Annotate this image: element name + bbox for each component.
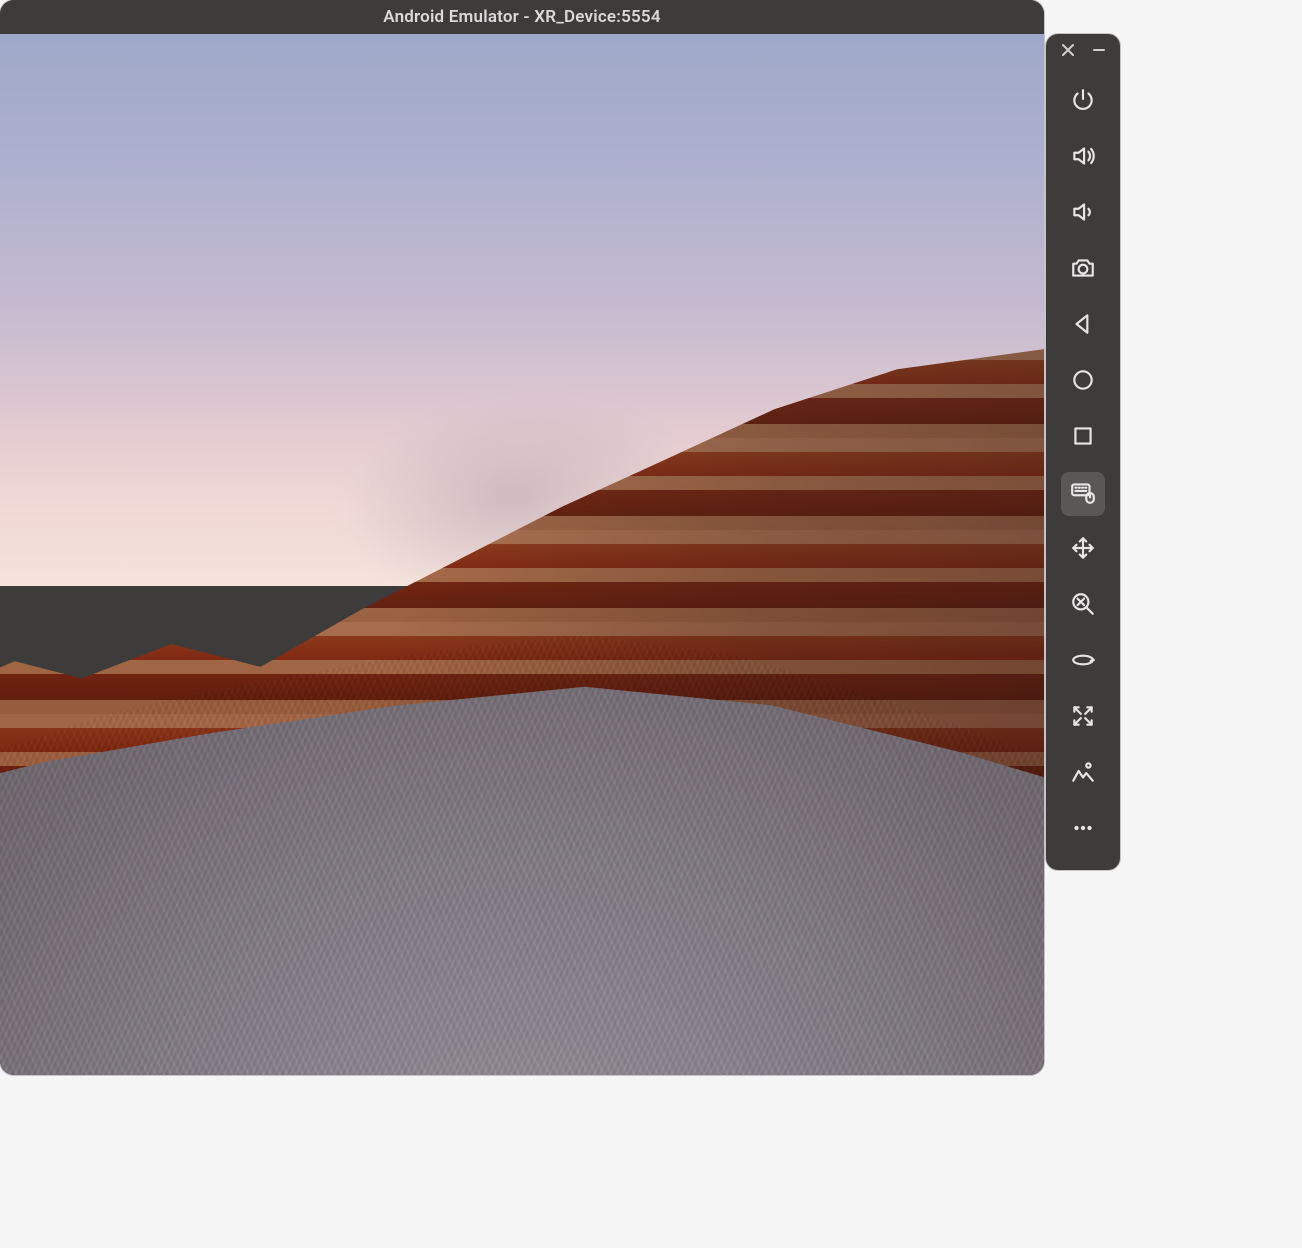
window-titlebar[interactable]: Android Emulator - XR_Device:5554 <box>0 0 1044 34</box>
zoom-reset-icon <box>1070 591 1096 621</box>
volume-up-button[interactable] <box>1061 136 1105 180</box>
close-button[interactable] <box>1057 40 1079 62</box>
environment-icon <box>1070 759 1096 789</box>
xr-scene <box>0 34 1044 1075</box>
recenter-button[interactable] <box>1061 696 1105 740</box>
rotate-view-icon <box>1070 647 1096 677</box>
move-button[interactable] <box>1061 528 1105 572</box>
power-button[interactable] <box>1061 80 1105 124</box>
volume-down-icon <box>1070 199 1096 229</box>
overview-button[interactable] <box>1061 416 1105 460</box>
toolbar-buttons <box>1046 68 1120 858</box>
screenshot-button[interactable] <box>1061 248 1105 292</box>
window-title: Android Emulator - XR_Device:5554 <box>383 7 661 27</box>
rotate-view-button[interactable] <box>1061 640 1105 684</box>
overview-icon <box>1070 423 1096 453</box>
input-mode-button[interactable] <box>1061 472 1105 516</box>
volume-down-button[interactable] <box>1061 192 1105 236</box>
move-icon <box>1070 535 1096 565</box>
emulator-toolbar <box>1046 34 1120 870</box>
minimize-button[interactable] <box>1088 40 1110 62</box>
emulator-window: Android Emulator - XR_Device:5554 <box>0 0 1044 1075</box>
zoom-button[interactable] <box>1061 584 1105 628</box>
more-button[interactable] <box>1061 808 1105 852</box>
home-button[interactable] <box>1061 360 1105 404</box>
camera-icon <box>1070 255 1096 285</box>
emulator-viewport[interactable] <box>0 34 1044 1075</box>
power-icon <box>1070 87 1096 117</box>
home-icon <box>1070 367 1096 397</box>
back-button[interactable] <box>1061 304 1105 348</box>
more-icon <box>1070 815 1096 845</box>
toolbar-window-controls <box>1046 34 1120 68</box>
volume-up-icon <box>1070 143 1096 173</box>
keyboard-mouse-icon <box>1070 479 1096 509</box>
minimize-icon <box>1092 42 1106 61</box>
recenter-icon <box>1070 703 1096 733</box>
back-icon <box>1070 311 1096 341</box>
environment-button[interactable] <box>1061 752 1105 796</box>
close-icon <box>1061 42 1075 61</box>
